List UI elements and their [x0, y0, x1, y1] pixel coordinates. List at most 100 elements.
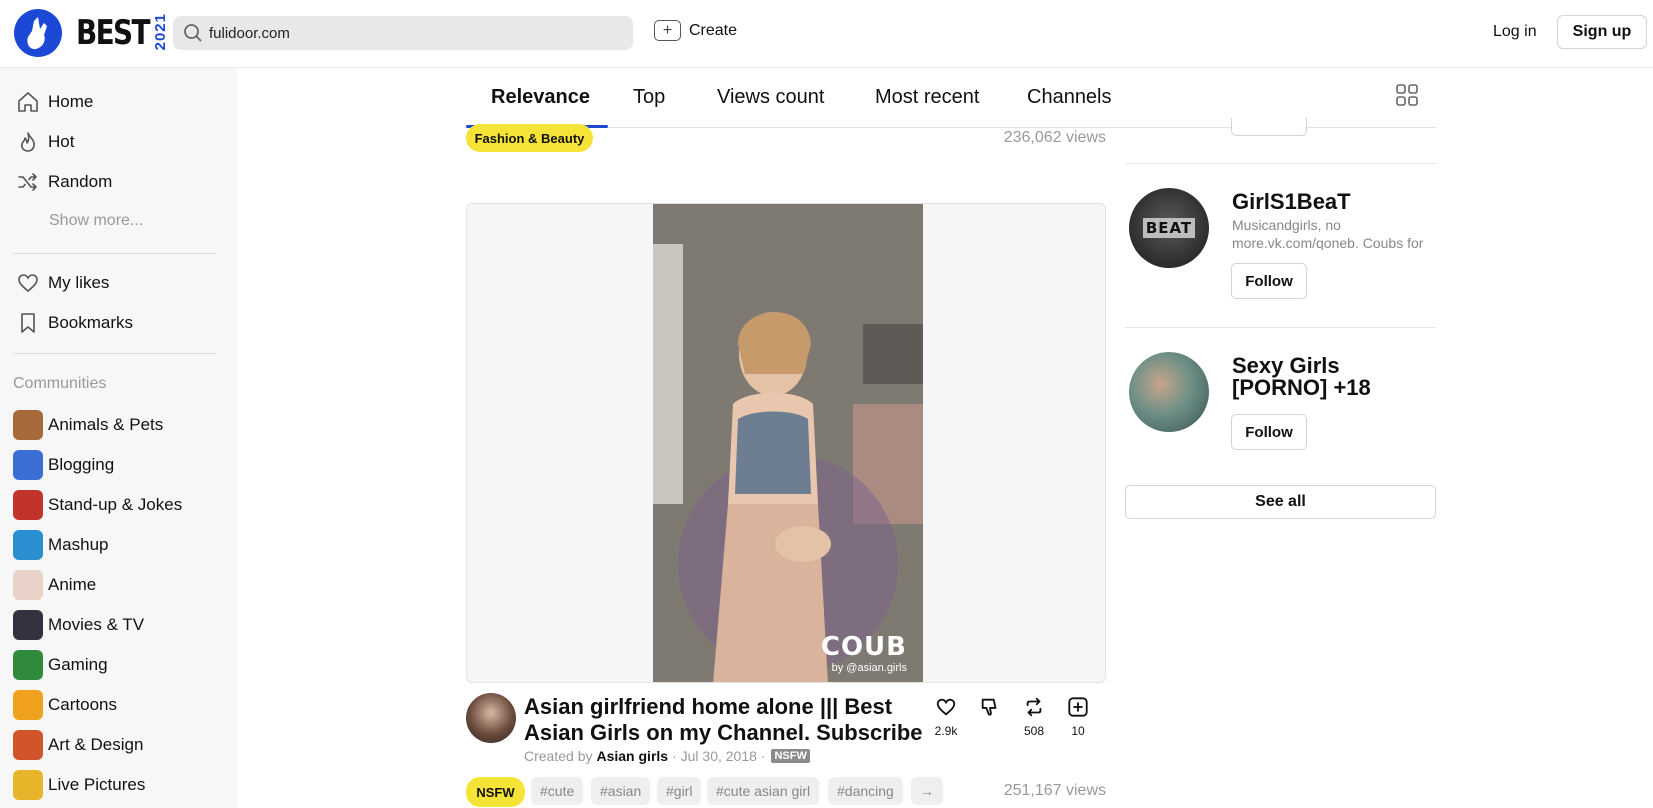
community-animals-pets[interactable]: Animals & Pets — [13, 410, 163, 440]
community-thumb — [13, 490, 43, 520]
coub-watermark: COUB by @asian.girls — [821, 632, 907, 674]
channel-avatar[interactable]: BEAT — [1129, 188, 1209, 268]
hashtag-chip[interactable]: #cute asian girl — [707, 777, 820, 805]
channel-name[interactable]: GirlS1BeaT — [1232, 191, 1351, 213]
community-anime[interactable]: Anime — [13, 570, 96, 600]
community-thumb — [13, 450, 43, 480]
heart-icon — [936, 698, 956, 716]
community-gaming[interactable]: Gaming — [13, 650, 108, 680]
recoub-icon — [1026, 697, 1042, 717]
sidebar-item-bookmarks[interactable]: Bookmarks — [13, 308, 133, 338]
community-thumb — [13, 530, 43, 560]
community-thumb — [13, 650, 43, 680]
community-label: Mashup — [48, 535, 109, 554]
heart-icon — [13, 268, 43, 298]
community-label: Cartoons — [48, 695, 117, 714]
thumbs-down-icon — [981, 698, 997, 716]
like-button[interactable]: 2.9k — [926, 696, 966, 738]
view-count: 251,167 views — [1003, 782, 1106, 799]
search-icon — [184, 24, 202, 42]
channel-divider — [1125, 327, 1436, 328]
video-frame: COUB by @asian.girls — [653, 204, 923, 682]
channel-avatar-text: BEAT — [1142, 218, 1196, 238]
logo-hand-icon — [14, 9, 62, 57]
video-player[interactable]: COUB by @asian.girls — [466, 203, 1106, 683]
community-art-design[interactable]: Art & Design — [13, 730, 143, 760]
community-mashup[interactable]: Mashup — [13, 530, 108, 560]
video-still-image — [653, 204, 923, 682]
post-date: · Jul 30, 2018 · — [672, 748, 766, 764]
like-count: 2.9k — [934, 724, 958, 738]
sidebar-item-hot[interactable]: Hot — [13, 127, 74, 157]
tab-relevance[interactable]: Relevance — [491, 86, 590, 109]
post-title[interactable]: Asian girlfriend home alone ||| Best Asi… — [524, 694, 934, 746]
community-thumb — [13, 770, 43, 800]
sidebar-divider — [13, 353, 216, 354]
plus-icon: + — [654, 20, 681, 41]
nsfw-tag[interactable]: NSFW — [466, 777, 525, 807]
post-meta: Created by Asian girls · Jul 30, 2018 · … — [524, 748, 810, 764]
communities-heading: Communities — [13, 375, 107, 392]
tab-views-count[interactable]: Views count — [717, 86, 824, 109]
tab-most-recent[interactable]: Most recent — [875, 86, 979, 109]
bookmark-count: 10 — [1071, 724, 1085, 738]
community-live-pictures[interactable]: Live Pictures — [13, 770, 145, 800]
see-all-channels-button[interactable]: See all — [1125, 485, 1436, 519]
created-by-label: Created by — [524, 748, 593, 764]
bookmark-icon — [13, 308, 43, 338]
author-link[interactable]: Asian girls — [596, 748, 668, 764]
best-2021-logo[interactable]: BEST 2021 — [14, 9, 169, 57]
dislike-button[interactable] — [970, 696, 1010, 718]
community-label: Animals & Pets — [48, 415, 164, 434]
community-cartoons[interactable]: Cartoons — [13, 690, 117, 720]
sidebar-item-my-likes[interactable]: My likes — [13, 268, 109, 298]
community-label: Movies & TV — [48, 615, 145, 634]
sidebar-item-label: My likes — [48, 273, 110, 292]
community-blogging[interactable]: Blogging — [13, 450, 114, 480]
create-button[interactable]: + Create — [654, 20, 737, 41]
sidebar-item-label: Hot — [48, 132, 75, 151]
recoub-count: 508 — [1023, 724, 1045, 738]
channel-avatar[interactable] — [1129, 352, 1209, 432]
hashtag-chip[interactable]: #girl — [657, 777, 702, 805]
coub-logo-text: COUB — [820, 632, 907, 662]
search-bar[interactable] — [173, 16, 633, 50]
sidebar-item-label: Home — [48, 92, 94, 111]
follow-button-partial[interactable] — [1231, 118, 1307, 136]
community-thumb — [13, 690, 43, 720]
add-bookmark-icon — [1068, 697, 1088, 717]
hashtag-chip[interactable]: #cute — [531, 777, 584, 805]
hashtag-chip[interactable]: #dancing — [828, 777, 903, 805]
community-thumb — [13, 570, 43, 600]
coub-by-label: by @asian.girls — [831, 662, 907, 674]
community-label: Gaming — [48, 655, 108, 674]
community-movies-tv[interactable]: Movies & TV — [13, 610, 144, 640]
login-button[interactable]: Log in — [1493, 23, 1537, 41]
signup-button[interactable]: Sign up — [1557, 15, 1647, 49]
follow-button[interactable]: Follow — [1231, 263, 1307, 299]
search-input[interactable] — [209, 24, 609, 42]
follow-button[interactable]: Follow — [1231, 414, 1307, 450]
sidebar-item-label: Random — [48, 172, 113, 191]
sidebar-item-home[interactable]: Home — [13, 87, 93, 117]
sidebar-item-random[interactable]: Random — [13, 167, 112, 197]
community-label: Blogging — [48, 455, 115, 474]
sidebar-item-label: Bookmarks — [48, 313, 134, 332]
shuffle-icon — [13, 167, 43, 197]
show-more-link[interactable]: Show more... — [49, 212, 143, 230]
bookmark-button[interactable]: 10 — [1058, 696, 1098, 738]
channel-name[interactable]: Sexy Girls [PORNO] +18 — [1232, 355, 1437, 399]
channel-description: Musicandgirls, no more.vk.com/qoneb. Cou… — [1232, 217, 1424, 250]
logo-text: BEST — [76, 13, 150, 53]
community-stand-up-jokes[interactable]: Stand-up & Jokes — [13, 490, 182, 520]
community-label: Anime — [48, 575, 97, 594]
tab-top[interactable]: Top — [633, 86, 665, 109]
sidebar: Home Hot Random Show more... My likes Bo… — [0, 68, 237, 808]
hashtag-chip[interactable]: #asian — [591, 777, 651, 805]
community-thumb — [13, 610, 43, 640]
tab-channels[interactable]: Channels — [1027, 86, 1112, 109]
author-avatar[interactable] — [466, 693, 516, 743]
grid-view-icon[interactable] — [1396, 84, 1418, 111]
recoub-button[interactable]: 508 — [1014, 696, 1054, 738]
category-tag[interactable]: Fashion & Beauty — [466, 124, 593, 152]
